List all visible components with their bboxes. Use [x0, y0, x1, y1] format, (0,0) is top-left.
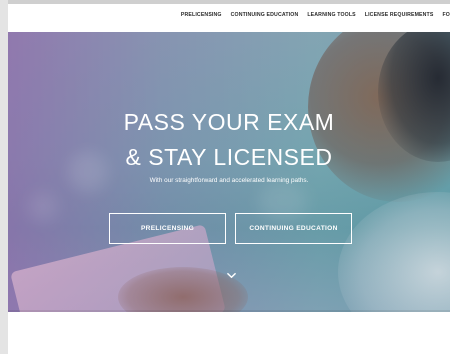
nav-menu: PRELICENSING CONTINUING EDUCATION LEARNI…	[181, 12, 450, 18]
hero-headline-line2: & STAY LICENSED	[125, 144, 333, 170]
top-navigation: PRELICENSING CONTINUING EDUCATION LEARNI…	[8, 4, 450, 32]
hero-headline-line1: PASS YOUR EXAM	[123, 109, 335, 135]
nav-item-prelicensing[interactable]: PRELICENSING	[181, 12, 222, 18]
prelicensing-button[interactable]: PRELICENSING	[109, 213, 226, 244]
hero-banner: PASS YOUR EXAM & STAY LICENSED With our …	[8, 32, 450, 312]
nav-item-continuing-education[interactable]: CONTINUING EDUCATION	[231, 12, 299, 18]
window-left-border	[0, 0, 8, 354]
nav-item-truncated[interactable]: FO	[442, 12, 450, 18]
hero-subtext: With our straightforward and accelerated…	[149, 177, 309, 184]
continuing-education-button[interactable]: CONTINUING EDUCATION	[235, 213, 352, 244]
hero-bottom-edge	[8, 310, 450, 312]
hero-content: PASS YOUR EXAM & STAY LICENSED With our …	[8, 32, 450, 312]
nav-item-learning-tools[interactable]: LEARNING TOOLS	[307, 12, 355, 18]
nav-item-license-requirements[interactable]: LICENSE REQUIREMENTS	[365, 12, 434, 18]
chevron-down-icon[interactable]	[227, 271, 236, 280]
